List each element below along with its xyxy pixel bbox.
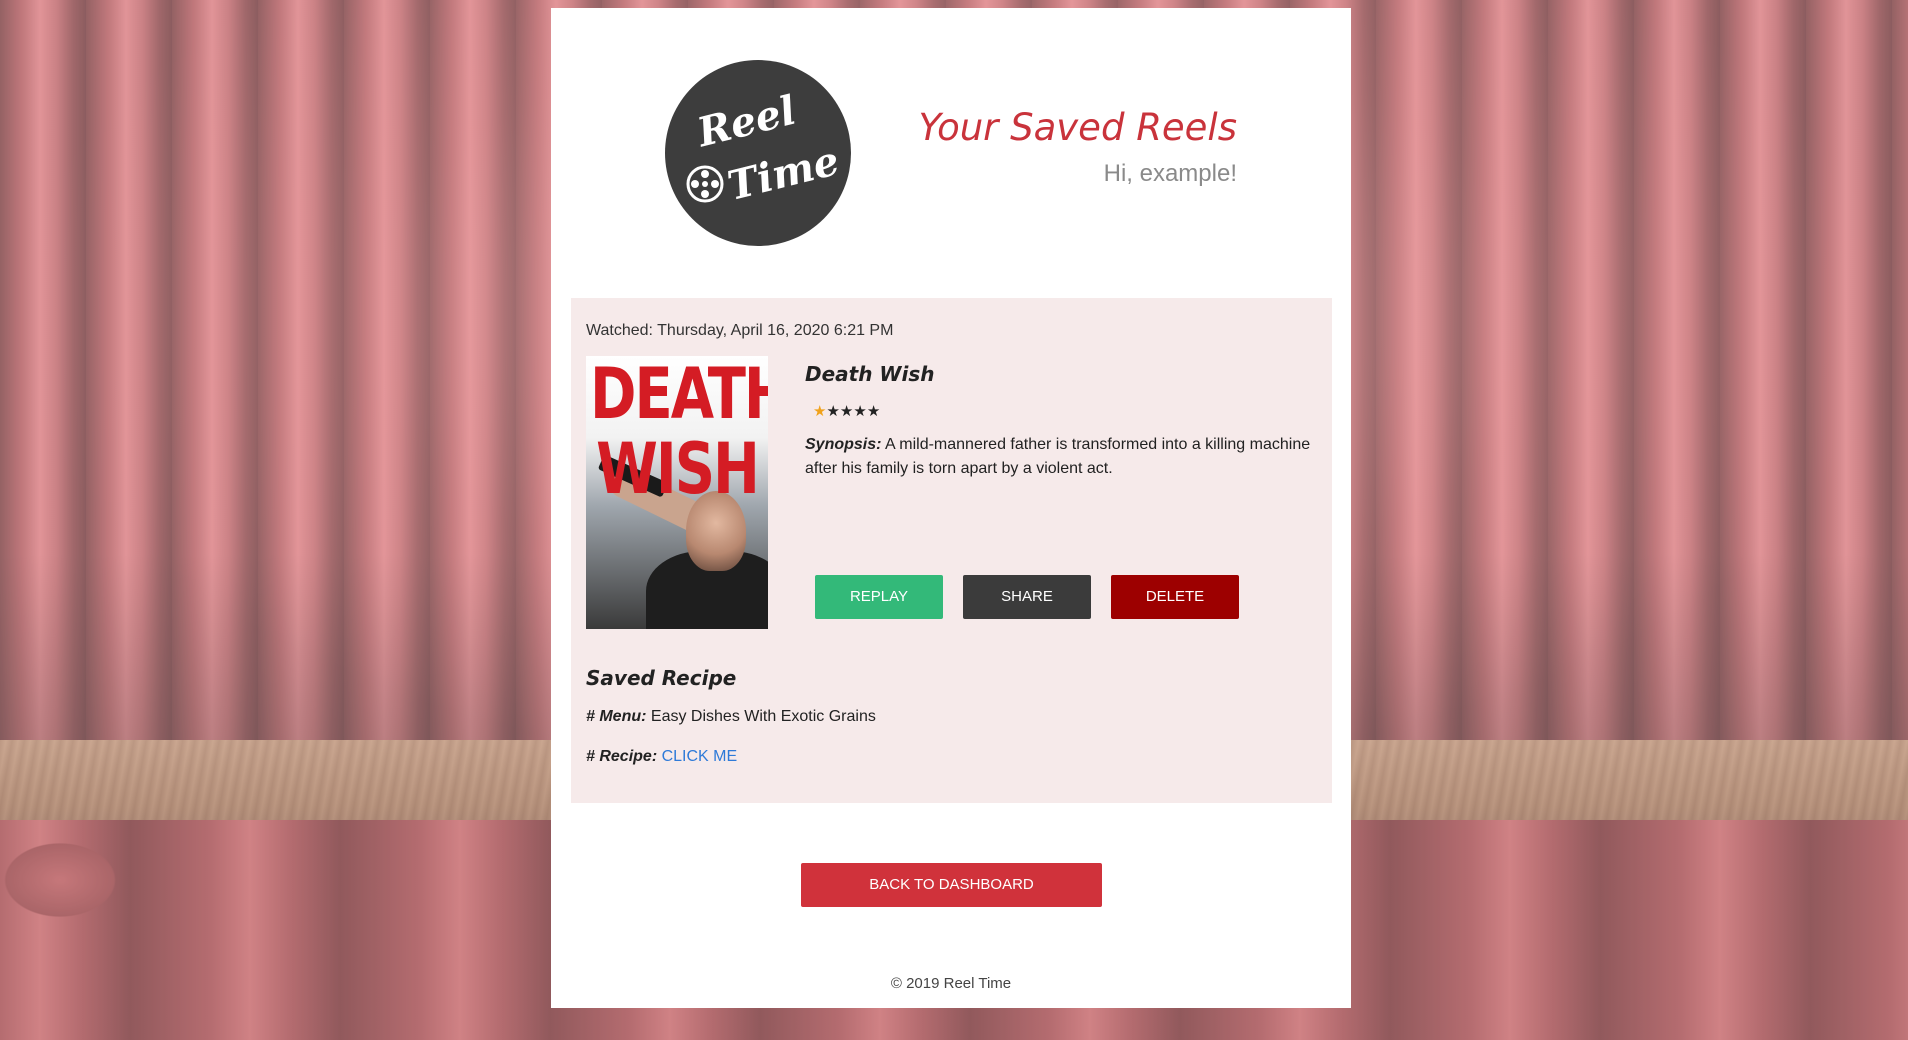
recipe-link[interactable]: CLICK ME [662,748,738,765]
menu-value: Easy Dishes With Exotic Grains [650,708,876,725]
star-empty-icon: ★ [866,403,881,420]
delete-button[interactable]: DELETE [1111,575,1239,619]
logo-text-time: Time [722,137,844,210]
saved-reel-item: Watched: Thursday, April 16, 2020 6:21 P… [571,298,1332,803]
share-button[interactable]: SHARE [963,575,1091,619]
movie-poster: DEATH WISH [586,356,768,629]
star-rating: ★★★★★ [813,402,880,420]
synopsis: Synopsis: A mild-mannered father is tran… [805,433,1315,481]
recipe-menu-line: # Menu: Easy Dishes With Exotic Grains [586,708,876,726]
menu-label: # Menu: [586,708,647,725]
replay-button[interactable]: REPLAY [815,575,943,619]
saved-recipe-heading: Saved Recipe [586,666,737,690]
movie-title: Death Wish [805,362,935,386]
user-greeting: Hi, example! [1103,160,1237,187]
poster-title-art: DEATH WISH [590,356,768,511]
recipe-label: # Recipe: [586,748,658,765]
recipe-link-line: # Recipe: CLICK ME [586,748,737,766]
back-to-dashboard-button[interactable]: BACK TO DASHBOARD [801,863,1102,907]
saved-reels-card: Reel Time Your Saved Reels Hi, example! … [551,8,1351,1008]
film-reel-icon [686,165,724,203]
synopsis-label: Synopsis: [805,436,882,453]
synopsis-text: A mild-mannered father is transformed in… [805,436,1311,477]
star-filled-icon: ★ [813,403,827,420]
reel-time-logo[interactable]: Reel Time [665,60,851,246]
logo-text-reel: Reel [692,86,801,157]
footer-copyright: © 2019 Reel Time [890,975,1012,992]
star-empty-icon: ★ [839,403,854,420]
page-title: Your Saved Reels [918,106,1237,149]
star-empty-icon: ★ [826,403,840,420]
watched-timestamp: Watched: Thursday, April 16, 2020 6:21 P… [586,322,894,339]
star-empty-icon: ★ [853,403,867,420]
